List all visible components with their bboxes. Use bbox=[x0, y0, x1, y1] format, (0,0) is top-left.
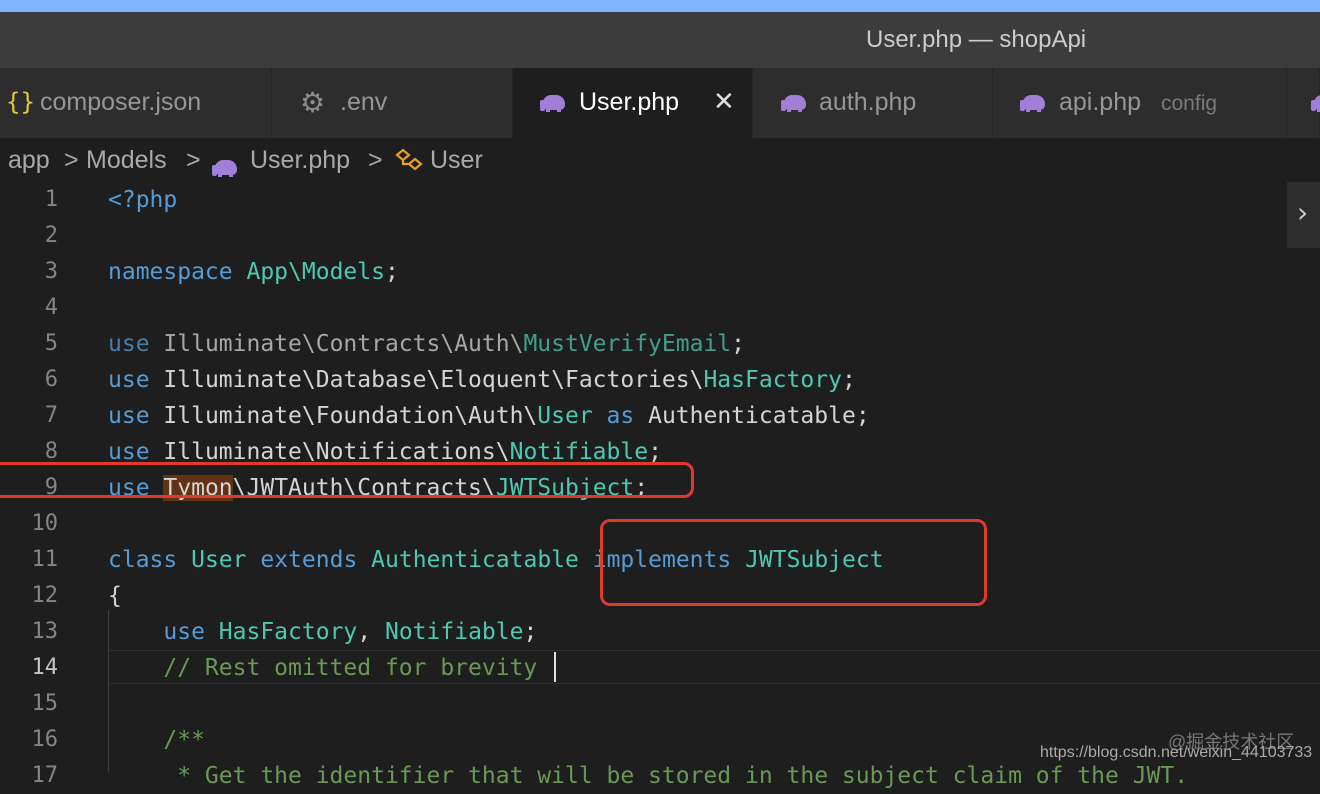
class-name: MustVerifyEmail bbox=[523, 331, 732, 357]
code-line-12: { bbox=[108, 578, 122, 614]
php-open-tag: <?php bbox=[108, 187, 178, 213]
tab-user-php[interactable]: User.php ✕ bbox=[513, 68, 753, 138]
open-brace: { bbox=[108, 583, 122, 609]
line-number: 4 bbox=[44, 295, 58, 320]
keyword: use bbox=[163, 619, 205, 645]
watermark-url: https://blog.csdn.net/weixin_44103733 bbox=[1040, 744, 1313, 761]
comma: , bbox=[357, 619, 385, 645]
alias-name: Authenticatable bbox=[648, 403, 856, 429]
breadcrumb-separator: > bbox=[64, 146, 79, 174]
code-line-3: namespace App\Models; bbox=[108, 254, 399, 290]
php-elephant-icon bbox=[781, 90, 807, 119]
code-line-16: /** bbox=[108, 722, 205, 758]
code-line-14: // Rest omitted for brevity bbox=[108, 650, 537, 686]
parent-class: Authenticatable bbox=[371, 547, 579, 573]
php-elephant-icon bbox=[1020, 90, 1046, 119]
semicolon: ; bbox=[384, 259, 399, 285]
line-number: 15 bbox=[31, 691, 59, 716]
chevron-right-icon[interactable]: › bbox=[1287, 182, 1320, 248]
namespace-path: Illuminate\Database\Eloquent\Factories\ bbox=[163, 367, 704, 393]
line-number: 17 bbox=[31, 763, 59, 788]
line-number: 5 bbox=[44, 331, 58, 356]
semicolon: ; bbox=[523, 619, 538, 645]
keyword: namespace bbox=[108, 259, 233, 285]
semicolon: ; bbox=[841, 367, 856, 393]
breadcrumb-separator: > bbox=[186, 146, 201, 174]
tab-label: api.php bbox=[1059, 88, 1142, 116]
class-name: HasFactory bbox=[703, 367, 842, 393]
keyword: use bbox=[108, 331, 150, 357]
breadcrumb-separator: > bbox=[368, 146, 383, 174]
code-line-13: use HasFactory, Notifiable; bbox=[108, 614, 537, 650]
class-symbol-icon bbox=[394, 147, 424, 180]
line-number: 16 bbox=[31, 727, 59, 752]
code-line-7: use Illuminate\Foundation\Auth\User as A… bbox=[108, 398, 870, 434]
line-number: 13 bbox=[31, 619, 59, 644]
line-number-current: 14 bbox=[31, 655, 59, 680]
breadcrumb-file[interactable]: User.php bbox=[250, 146, 350, 175]
tab-api-php[interactable]: api.php config bbox=[993, 68, 1287, 138]
breadcrumb: app > Models > User.php > User bbox=[0, 138, 1320, 182]
code-line-5: use Illuminate\Contracts\Auth\MustVerify… bbox=[108, 326, 745, 362]
keyword: as bbox=[606, 403, 635, 429]
namespace-name: App\Models bbox=[246, 259, 385, 285]
gear-icon: ⚙ bbox=[300, 86, 326, 119]
window-title: User.php — shopApi bbox=[866, 26, 1087, 53]
tab-label: auth.php bbox=[819, 88, 917, 116]
annotation-box-implements bbox=[600, 519, 987, 606]
tab-label: composer.json bbox=[40, 88, 202, 116]
comment: /** bbox=[163, 727, 205, 753]
line-number: 6 bbox=[44, 367, 58, 392]
annotation-box-use-jwtsubject bbox=[0, 462, 694, 498]
tab-label: .env bbox=[340, 88, 388, 116]
code-line-6: use Illuminate\Database\Eloquent\Factori… bbox=[108, 362, 856, 398]
breadcrumb-class[interactable]: User bbox=[430, 146, 483, 175]
window-top-strip bbox=[0, 0, 1320, 12]
line-number: 7 bbox=[44, 403, 58, 428]
code-line-1: <?php bbox=[108, 182, 177, 218]
line-number: 2 bbox=[44, 223, 58, 248]
keyword: class bbox=[108, 547, 178, 573]
tab-label: User.php bbox=[579, 88, 680, 116]
line-number: 10 bbox=[31, 511, 59, 536]
text-cursor bbox=[554, 652, 556, 682]
tab-auth-php[interactable]: auth.php bbox=[753, 68, 993, 138]
semicolon: ; bbox=[731, 331, 746, 357]
comment: * Get the identifier that will be stored… bbox=[163, 763, 1189, 789]
line-number: 12 bbox=[31, 583, 59, 608]
comment: // Rest omitted for brevity bbox=[163, 655, 538, 681]
tab-overflow[interactable] bbox=[1287, 68, 1320, 138]
line-number: 11 bbox=[31, 547, 59, 572]
close-icon[interactable]: ✕ bbox=[713, 86, 735, 117]
keyword: use bbox=[108, 367, 150, 393]
semicolon: ; bbox=[855, 403, 870, 429]
breadcrumb-models[interactable]: Models bbox=[86, 146, 167, 175]
tab-env[interactable]: ⚙ .env bbox=[272, 68, 513, 138]
keyword: use bbox=[108, 403, 150, 429]
php-elephant-icon bbox=[1311, 90, 1320, 119]
keyword: extends bbox=[260, 547, 358, 573]
title-bar: User.php — shopApi bbox=[0, 12, 1320, 69]
php-elephant-icon bbox=[540, 90, 566, 119]
namespace-path: Illuminate\Contracts\Auth\ bbox=[163, 331, 524, 357]
braces-icon: {} bbox=[6, 88, 35, 116]
trait-name: HasFactory bbox=[218, 619, 358, 645]
class-name: User bbox=[191, 547, 247, 573]
line-number: 1 bbox=[44, 187, 58, 212]
tab-composer-json[interactable]: {} composer.json bbox=[0, 68, 272, 138]
editor-tab-bar: {} composer.json ⚙ .env User.php ✕ auth.… bbox=[0, 68, 1320, 138]
line-number: 3 bbox=[44, 259, 58, 284]
namespace-path: Illuminate\Foundation\Auth\ bbox=[163, 403, 538, 429]
trait-name: Notifiable bbox=[384, 619, 524, 645]
tab-description: config bbox=[1161, 92, 1218, 115]
breadcrumb-app[interactable]: app bbox=[8, 146, 50, 175]
class-name: User bbox=[537, 403, 593, 429]
code-line-17: * Get the identifier that will be stored… bbox=[108, 758, 1188, 794]
